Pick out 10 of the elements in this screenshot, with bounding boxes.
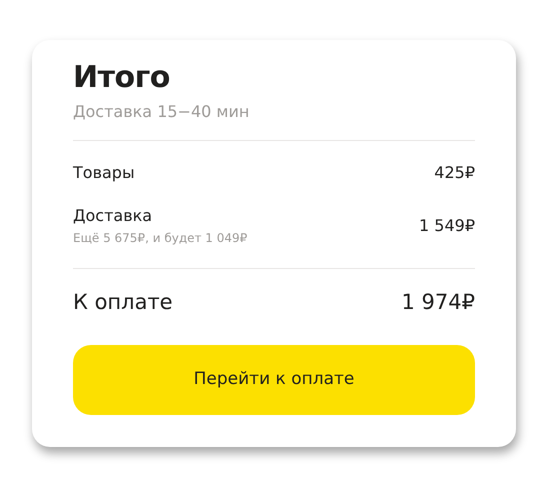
delivery-time: Доставка 15−40 мин xyxy=(73,102,250,122)
total-amount: 1 974₽ xyxy=(402,289,475,316)
checkout-button[interactable]: Перейти к оплате xyxy=(73,344,475,414)
line-note: Ещё 5 675₽, и будет 1 049₽ xyxy=(73,230,248,246)
line-label: Доставка xyxy=(73,205,154,227)
line-amount: 425₽ xyxy=(434,162,475,184)
summary-title: Итого xyxy=(73,60,171,96)
total-label: К оплате xyxy=(73,289,173,316)
line-amount: 1 549₽ xyxy=(419,214,475,236)
line-label: Товары xyxy=(73,162,135,184)
